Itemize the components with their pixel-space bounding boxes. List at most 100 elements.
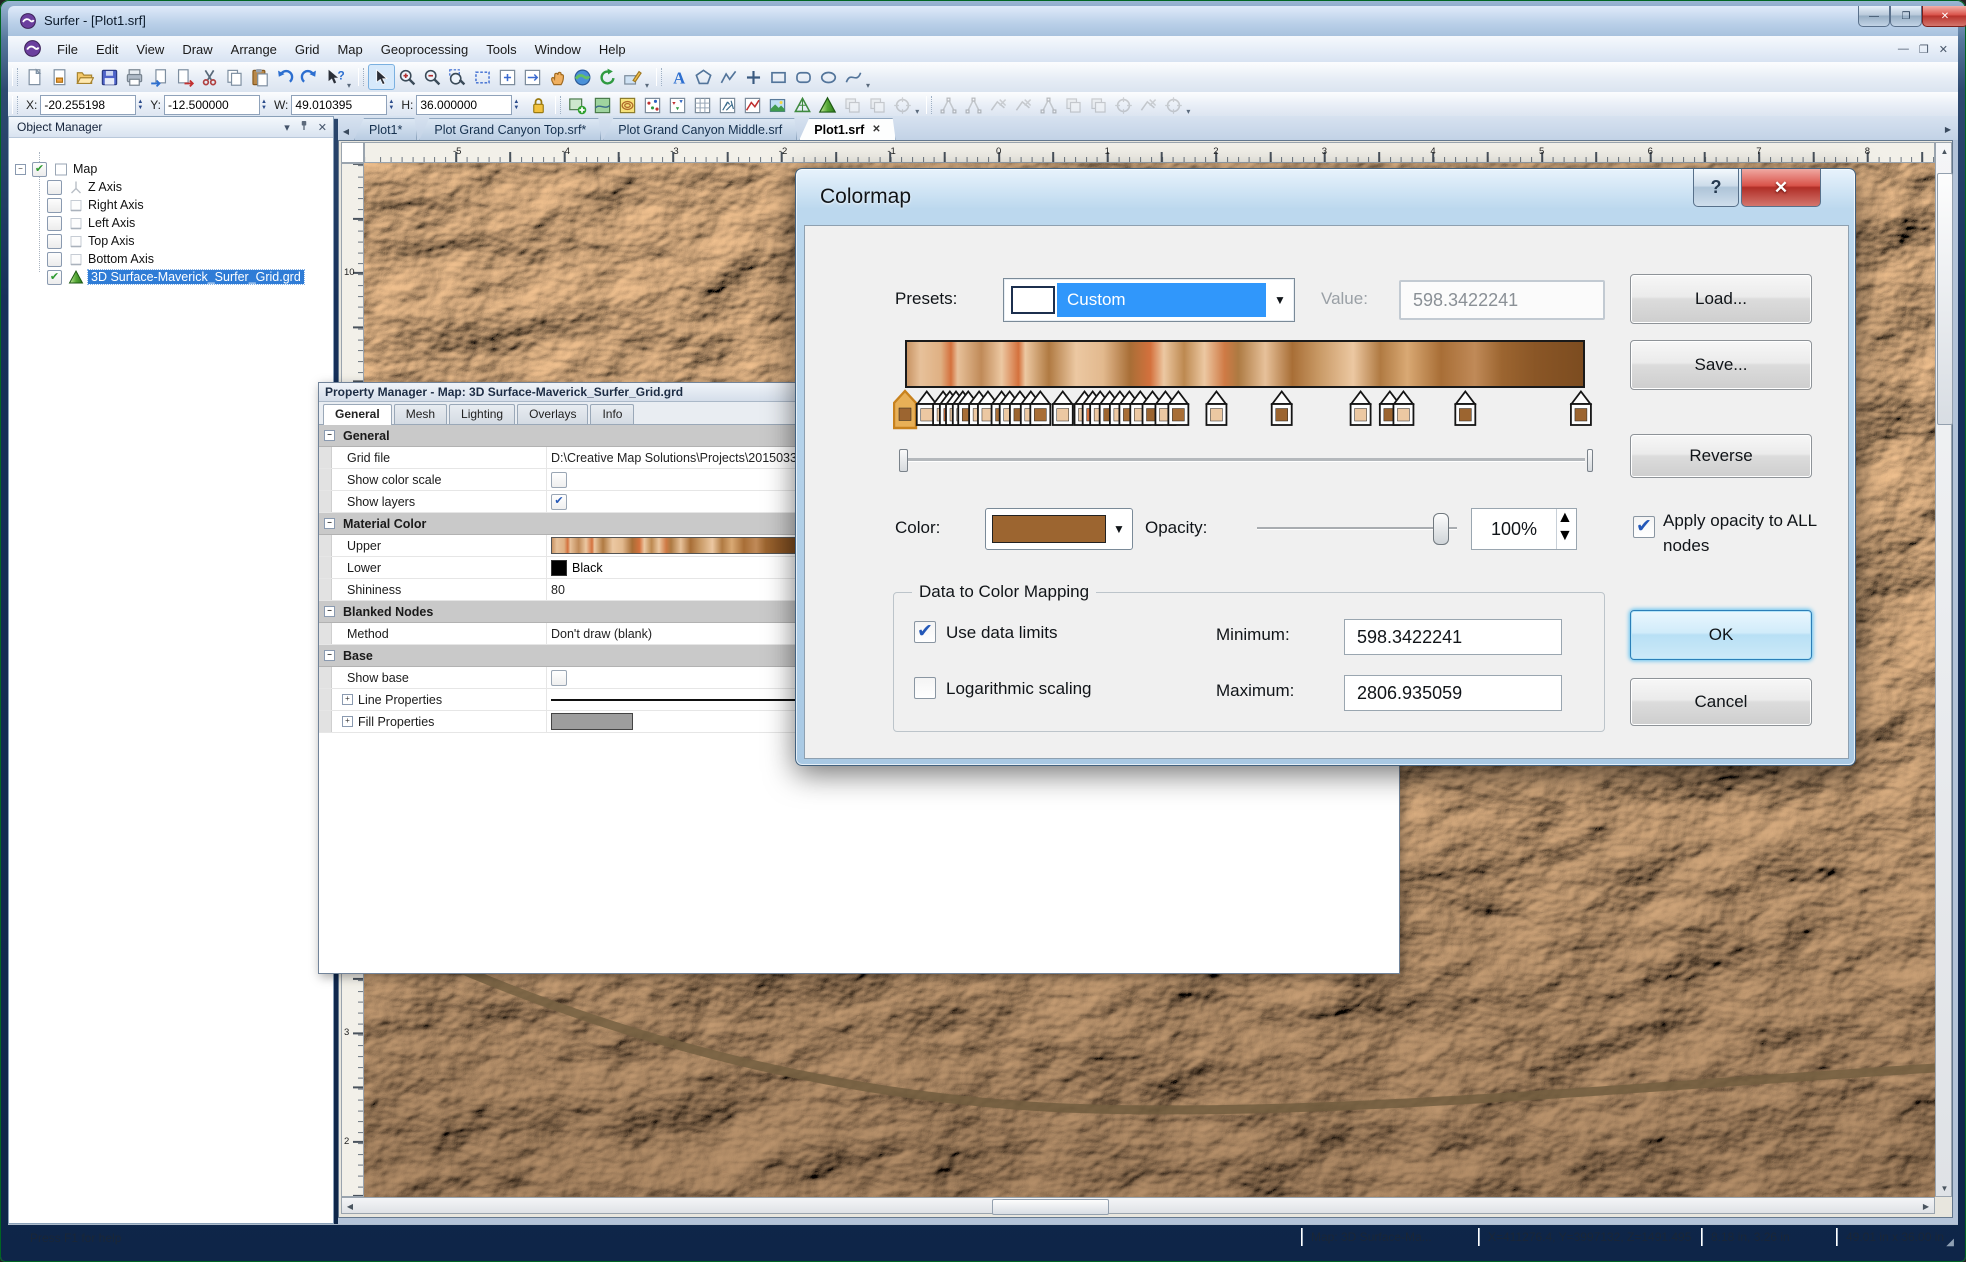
tree-item-label[interactable]: Top Axis [88, 234, 135, 248]
opacity-slider-thumb[interactable] [1433, 513, 1449, 545]
tab-plot1[interactable]: Plot1* [354, 118, 417, 140]
pm-tab-mesh[interactable]: Mesh [394, 404, 447, 424]
toolbar-grip[interactable] [12, 96, 18, 114]
edit-layers-icon[interactable] [620, 65, 645, 89]
whats-this-help-icon[interactable]: ? [322, 65, 347, 89]
fill-properties-swatch[interactable] [551, 713, 633, 730]
property-checkbox[interactable] [551, 670, 567, 686]
lock-icon[interactable] [526, 93, 551, 117]
tree-item-3d-surface-maverick-surfer-grid-grd[interactable]: ✔3D Surface-Maverick_Surfer_Grid.grd [47, 268, 304, 286]
move-nodes-icon[interactable] [1036, 93, 1061, 117]
tree-item-left-axis[interactable]: Left Axis [47, 214, 135, 232]
scroll-down-icon[interactable]: ▼ [1936, 1180, 1953, 1196]
transform-nodes-icon[interactable] [1161, 93, 1186, 117]
tree-checkbox[interactable]: ✔ [32, 162, 47, 177]
colormap-gradient-bar[interactable] [905, 340, 1585, 388]
open-icon[interactable] [72, 65, 97, 89]
ok-button[interactable]: OK [1630, 610, 1812, 660]
toolbar-overflow-icon[interactable]: ▾ [1186, 107, 1190, 116]
dialog-close-button[interactable]: ✕ [1741, 169, 1821, 207]
stack-maps-icon[interactable] [840, 93, 865, 117]
tree-item-label[interactable]: Map [73, 162, 97, 176]
connect-polylines-icon[interactable] [1011, 93, 1036, 117]
tree-checkbox[interactable] [47, 252, 62, 267]
colormap-node[interactable] [1455, 392, 1475, 426]
tree-item-map[interactable]: −✔Map [15, 160, 97, 178]
colormap-node[interactable] [1053, 392, 1073, 426]
menu-geoprocessing[interactable]: Geoprocessing [372, 38, 477, 61]
panel-menu-icon[interactable]: ▾ [284, 121, 290, 134]
menu-grid[interactable]: Grid [286, 38, 329, 61]
coordinate-input[interactable] [40, 95, 136, 115]
zoom-window-icon[interactable] [445, 65, 470, 89]
vertical-scroll-thumb[interactable] [1937, 173, 1953, 425]
map-view-icon[interactable] [570, 65, 595, 89]
save-icon[interactable] [97, 65, 122, 89]
color-dropdown-arrow-icon[interactable]: ▼ [1106, 522, 1132, 536]
coordinate-input[interactable] [164, 95, 260, 115]
scroll-left-icon[interactable]: ◀ [342, 1198, 358, 1215]
toolbar-grip[interactable] [656, 68, 662, 86]
copy-icon[interactable] [222, 65, 247, 89]
import-icon[interactable] [147, 65, 172, 89]
rotate-nodes-icon[interactable] [1111, 93, 1136, 117]
toolbar-overflow-icon[interactable]: ▾ [347, 81, 351, 90]
pm-tab-lighting[interactable]: Lighting [449, 404, 515, 424]
colormap-node[interactable] [1168, 392, 1188, 426]
vector-layer-icon[interactable] [715, 93, 740, 117]
cut-icon[interactable] [197, 65, 222, 89]
tab-plot-grand-canyon-middle-srf[interactable]: Plot Grand Canyon Middle.srf [603, 118, 797, 140]
copy-nodes-icon[interactable] [1061, 93, 1086, 117]
print-icon[interactable] [122, 65, 147, 89]
vertical-scrollbar[interactable]: ▲ ▼ [1935, 142, 1952, 1197]
expand-icon[interactable]: + [342, 694, 353, 705]
rectangle-icon[interactable] [766, 65, 791, 89]
resize-grip[interactable]: ◢ [1946, 1237, 1954, 1248]
rounded-rectangle-icon[interactable] [791, 65, 816, 89]
title-bar[interactable]: Surfer - [Plot1.srf] — ❐ ✕ [8, 6, 1958, 36]
horizontal-scrollbar[interactable]: ◀ ▶ [341, 1197, 1935, 1214]
spline-icon[interactable] [841, 65, 866, 89]
close-button[interactable]: ✕ [1922, 6, 1966, 27]
tab-scroll-right-icon[interactable]: ▶ [1940, 120, 1956, 138]
tree-checkbox[interactable] [47, 198, 62, 213]
pm-tab-overlays[interactable]: Overlays [517, 404, 588, 424]
colormap-node-selected[interactable] [894, 391, 916, 428]
wireframe-layer-icon[interactable] [790, 93, 815, 117]
pin-icon[interactable] [298, 119, 310, 135]
cancel-button[interactable]: Cancel [1630, 678, 1812, 726]
menu-tools[interactable]: Tools [477, 38, 525, 61]
redo-icon[interactable] [297, 65, 322, 89]
tab-scroll-left-icon[interactable]: ◀ [338, 122, 354, 140]
tree-item-label[interactable]: Left Axis [88, 216, 135, 230]
minimum-field[interactable]: 598.3422241 [1344, 619, 1562, 655]
toolbar-grip[interactable] [555, 96, 561, 114]
toolbar-grip[interactable] [12, 68, 18, 86]
menu-arrange[interactable]: Arrange [222, 38, 286, 61]
tree-item-label[interactable]: Right Axis [88, 198, 144, 212]
section-collapse-icon[interactable]: − [324, 430, 335, 441]
save-button[interactable]: Save... [1630, 340, 1812, 390]
tree-checkbox[interactable] [47, 234, 62, 249]
post-layer-icon[interactable] [640, 93, 665, 117]
upper-colormap-swatch[interactable] [551, 537, 796, 554]
menu-view[interactable]: View [127, 38, 173, 61]
text-icon[interactable]: A [666, 65, 691, 89]
zoom-out-icon[interactable] [420, 65, 445, 89]
spin-down-icon[interactable]: ▼ [1557, 527, 1576, 545]
section-collapse-icon[interactable]: − [324, 650, 335, 661]
tree-item-label[interactable]: Z Axis [88, 180, 122, 194]
apply-opacity-checkbox[interactable]: ✔ [1633, 516, 1655, 538]
pm-tab-general[interactable]: General [323, 404, 392, 425]
spin-down-icon[interactable]: ▼ [513, 105, 519, 111]
profile-icon[interactable] [740, 93, 765, 117]
delete-nodes-icon[interactable] [1136, 93, 1161, 117]
scroll-up-icon[interactable]: ▲ [1936, 143, 1953, 159]
maximum-field[interactable]: 2806.935059 [1344, 675, 1562, 711]
minimize-button[interactable]: — [1858, 6, 1890, 27]
panel-close-icon[interactable]: ✕ [318, 121, 327, 134]
colormap-node[interactable] [1351, 392, 1371, 426]
presets-dropdown[interactable]: Custom ▼ [1003, 278, 1295, 322]
tree-item-label[interactable]: 3D Surface-Maverick_Surfer_Grid.grd [88, 270, 304, 284]
map-limits-icon[interactable] [890, 93, 915, 117]
